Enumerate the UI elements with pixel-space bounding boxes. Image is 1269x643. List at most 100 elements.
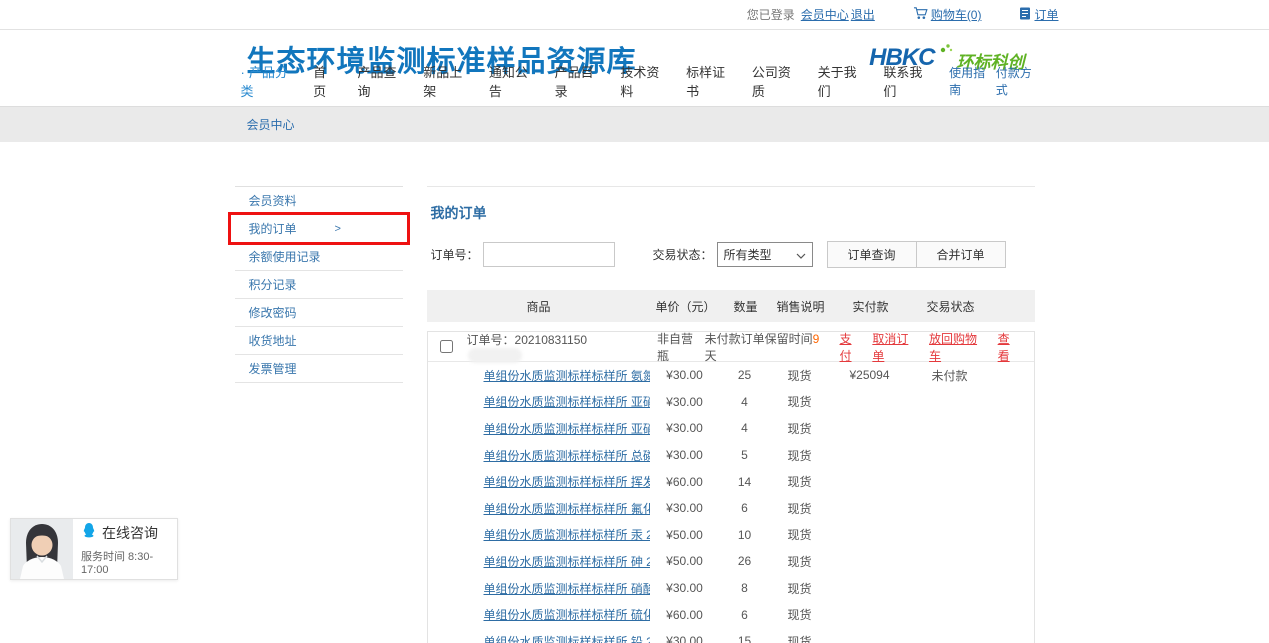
header-product: 商品 bbox=[427, 298, 651, 315]
item-sales-note: 现货 bbox=[770, 580, 830, 597]
order-item-row: 单组份水质监测标样标样所 铅 20ml 水质标样201240 ¥30.00 15… bbox=[428, 628, 1034, 643]
nav-item-notices[interactable]: 通知公告 bbox=[489, 62, 532, 100]
return-to-cart-link[interactable]: 放回购物车 bbox=[929, 330, 989, 364]
agent-avatar bbox=[11, 519, 73, 579]
nav-item-certificates[interactable]: 标样证书 bbox=[686, 62, 729, 100]
chat-hours: 服务时间 8:30-17:00 bbox=[81, 548, 177, 576]
usage-guide-link[interactable]: 使用指南 bbox=[949, 64, 988, 98]
order-checkbox[interactable] bbox=[440, 340, 453, 353]
order-list-icon bbox=[1019, 7, 1031, 23]
login-status-text: 您已登录 bbox=[747, 6, 795, 23]
sidebar-item-my-orders[interactable]: 我的订单 > bbox=[235, 215, 403, 243]
item-quantity: 5 bbox=[720, 448, 770, 462]
chat-title-text: 在线咨询 bbox=[102, 523, 158, 543]
cart-icon bbox=[913, 6, 928, 23]
orders-link[interactable]: 订单 bbox=[1019, 6, 1058, 23]
main-panel: 我的订单 订单号： 交易状态： 所有类型 订单查询 合并订单 商品 单价（元） … bbox=[427, 186, 1035, 643]
page-title: 我的订单 bbox=[431, 203, 1035, 223]
item-sales-note: 现货 bbox=[770, 473, 830, 490]
logout-link[interactable]: 退出 bbox=[851, 6, 875, 23]
qq-icon bbox=[81, 522, 97, 543]
online-chat-widget[interactable]: 在线咨询 服务时间 8:30-17:00 bbox=[10, 518, 178, 580]
product-link[interactable]: 单组份水质监测标样标样所 铅 20ml 水质标样201240 bbox=[484, 635, 650, 643]
nav-item-qualifications[interactable]: 公司资质 bbox=[752, 62, 795, 100]
product-link[interactable]: 单组份水质监测标样标样所 亚硝酸盐（以氮计） 20ml 水质标样200644 bbox=[484, 422, 650, 436]
order-item-row: 单组份水质监测标样标样所 汞 20ml 水质标样202051 ¥50.00 10… bbox=[428, 522, 1034, 549]
nav-item-new-arrivals[interactable]: 新品上架 bbox=[423, 62, 466, 100]
breadcrumb[interactable]: 会员中心 bbox=[235, 116, 295, 133]
item-unit-price: ¥30.00 bbox=[650, 421, 720, 435]
order-item-row: 单组份水质监测标样标样所 砷 20ml 水质标样200455 ¥50.00 26… bbox=[428, 548, 1034, 575]
product-link[interactable]: 单组份水质监测标样标样所 总磷 20ml 水质标样203997 bbox=[484, 449, 650, 463]
product-link[interactable]: 单组份水质监测标样标样所 亚硝酸盐（以氮计） 20ml 水质标样200643 bbox=[484, 395, 650, 409]
item-quantity: 6 bbox=[720, 608, 770, 622]
item-sales-note: 现货 bbox=[770, 420, 830, 437]
sidebar-item-member-profile[interactable]: 会员资料 bbox=[235, 187, 403, 215]
item-paid-amount: ¥25094 bbox=[830, 368, 910, 382]
product-link[interactable]: 单组份水质监测标样标样所 砷 20ml 水质标样200455 bbox=[484, 555, 650, 569]
cancel-order-link[interactable]: 取消订单 bbox=[872, 330, 920, 364]
trade-status-label: 交易状态： bbox=[653, 246, 713, 263]
item-unit-price: ¥60.00 bbox=[650, 608, 720, 622]
nav-item-home[interactable]: 首页 bbox=[313, 62, 334, 100]
item-quantity: 10 bbox=[720, 528, 770, 542]
sidebar-item-change-password[interactable]: 修改密码 bbox=[235, 299, 403, 327]
sidebar-item-points-records[interactable]: 积分记录 bbox=[235, 271, 403, 299]
nav-item-tech-docs[interactable]: 技术资料 bbox=[620, 62, 663, 100]
order-item-row: 单组份水质监测标样标样所 亚硝酸盐（以氮计） 20ml 水质标样200643 ¥… bbox=[428, 389, 1034, 416]
product-link[interactable]: 单组份水质监测标样标样所 氟化物 20ml 水质标样201757 bbox=[484, 502, 650, 516]
item-sales-note: 现货 bbox=[770, 500, 830, 517]
item-quantity: 26 bbox=[720, 554, 770, 568]
topbar: 您已登录 会员中心退出 购物车(0) 订单 bbox=[0, 0, 1269, 30]
order-no-label: 订单号： bbox=[431, 246, 479, 263]
order-number: 订单号：20210831150 bbox=[467, 331, 647, 363]
order-tag: 非自营瓶 bbox=[657, 330, 705, 364]
cart-link[interactable]: 购物车(0) bbox=[913, 6, 982, 23]
order-item-row: 单组份水质监测标样标样所 氨氮 20ml 水质标样2005153 ¥30.00 … bbox=[428, 362, 1034, 389]
item-quantity: 4 bbox=[720, 421, 770, 435]
nav-item-contact-us[interactable]: 联系我们 bbox=[883, 62, 926, 100]
item-sales-note: 现货 bbox=[770, 447, 830, 464]
nav-item-product-search[interactable]: 产品查询 bbox=[357, 62, 400, 100]
order-item-row: 单组份水质监测标样标样所 亚硝酸盐（以氮计） 20ml 水质标样200644 ¥… bbox=[428, 415, 1034, 442]
item-sales-note: 现货 bbox=[770, 367, 830, 384]
nav-item-catalog[interactable]: 产品目录 bbox=[555, 62, 598, 100]
view-order-link[interactable]: 查看 bbox=[998, 330, 1022, 364]
product-link[interactable]: 单组份水质监测标样标样所 硝酸盐（以氮计） 20ml 水质标样200850 bbox=[484, 582, 650, 596]
nav-product-category[interactable]: ·产品分类 bbox=[241, 62, 291, 100]
item-quantity: 4 bbox=[720, 395, 770, 409]
header-paid-amount: 实付款 bbox=[831, 298, 911, 315]
merge-orders-button[interactable]: 合并订单 bbox=[916, 241, 1006, 268]
order-search-row: 订单号： 交易状态： 所有类型 订单查询 合并订单 bbox=[431, 241, 1035, 268]
breadcrumb-bar: 会员中心 bbox=[0, 106, 1269, 142]
product-link[interactable]: 单组份水质监测标样标样所 氨氮 20ml 水质标样2005153 bbox=[484, 369, 650, 383]
order-no-input[interactable] bbox=[483, 242, 615, 267]
order-group: 订单号：20210831150 非自营瓶 未付款订单保留时间9天 支付 取消订单… bbox=[427, 331, 1035, 643]
order-query-button[interactable]: 订单查询 bbox=[827, 241, 917, 268]
product-link[interactable]: 单组份水质监测标样标样所 挥发酚 20ml 水质标样200364 bbox=[484, 475, 650, 489]
sidebar-item-invoice-management[interactable]: 发票管理 bbox=[235, 355, 403, 383]
product-link[interactable]: 单组份水质监测标样标样所 硫化物 20ml 水质标样205544 bbox=[484, 608, 650, 622]
content: 会员资料 我的订单 > 余额使用记录 积分记录 修改密码 收货地址 发票管理 我… bbox=[0, 186, 1269, 643]
item-quantity: 8 bbox=[720, 581, 770, 595]
sidebar-item-shipping-address[interactable]: 收货地址 bbox=[235, 327, 403, 355]
sidebar-item-balance-records[interactable]: 余额使用记录 bbox=[235, 243, 403, 271]
member-center-link[interactable]: 会员中心 bbox=[801, 6, 849, 23]
order-actions: 未付款订单保留时间9天 支付 取消订单 放回购物车 查看 bbox=[705, 330, 1022, 364]
payment-method-link[interactable]: 付款方式 bbox=[996, 64, 1035, 98]
trade-status-select[interactable]: 所有类型 bbox=[717, 242, 813, 267]
item-unit-price: ¥30.00 bbox=[650, 448, 720, 462]
orders-table: 商品 单价（元） 数量 销售说明 实付款 交易状态 订单号：2021083115… bbox=[427, 290, 1035, 643]
nav-item-about-us[interactable]: 关于我们 bbox=[818, 62, 861, 100]
retain-days: 9 bbox=[813, 332, 820, 346]
order-item-row: 单组份水质监测标样标样所 硫化物 20ml 水质标样205544 ¥60.00 … bbox=[428, 601, 1034, 628]
product-link[interactable]: 单组份水质监测标样标样所 汞 20ml 水质标样202051 bbox=[484, 528, 650, 542]
bullet-icon: · bbox=[241, 65, 245, 80]
pay-link[interactable]: 支付 bbox=[840, 330, 864, 364]
item-unit-price: ¥30.00 bbox=[650, 581, 720, 595]
item-quantity: 14 bbox=[720, 475, 770, 489]
header-quantity: 数量 bbox=[721, 298, 771, 315]
item-unit-price: ¥30.00 bbox=[650, 634, 720, 643]
active-arrow-icon: > bbox=[335, 223, 341, 235]
header-trade-status: 交易状态 bbox=[911, 298, 991, 315]
